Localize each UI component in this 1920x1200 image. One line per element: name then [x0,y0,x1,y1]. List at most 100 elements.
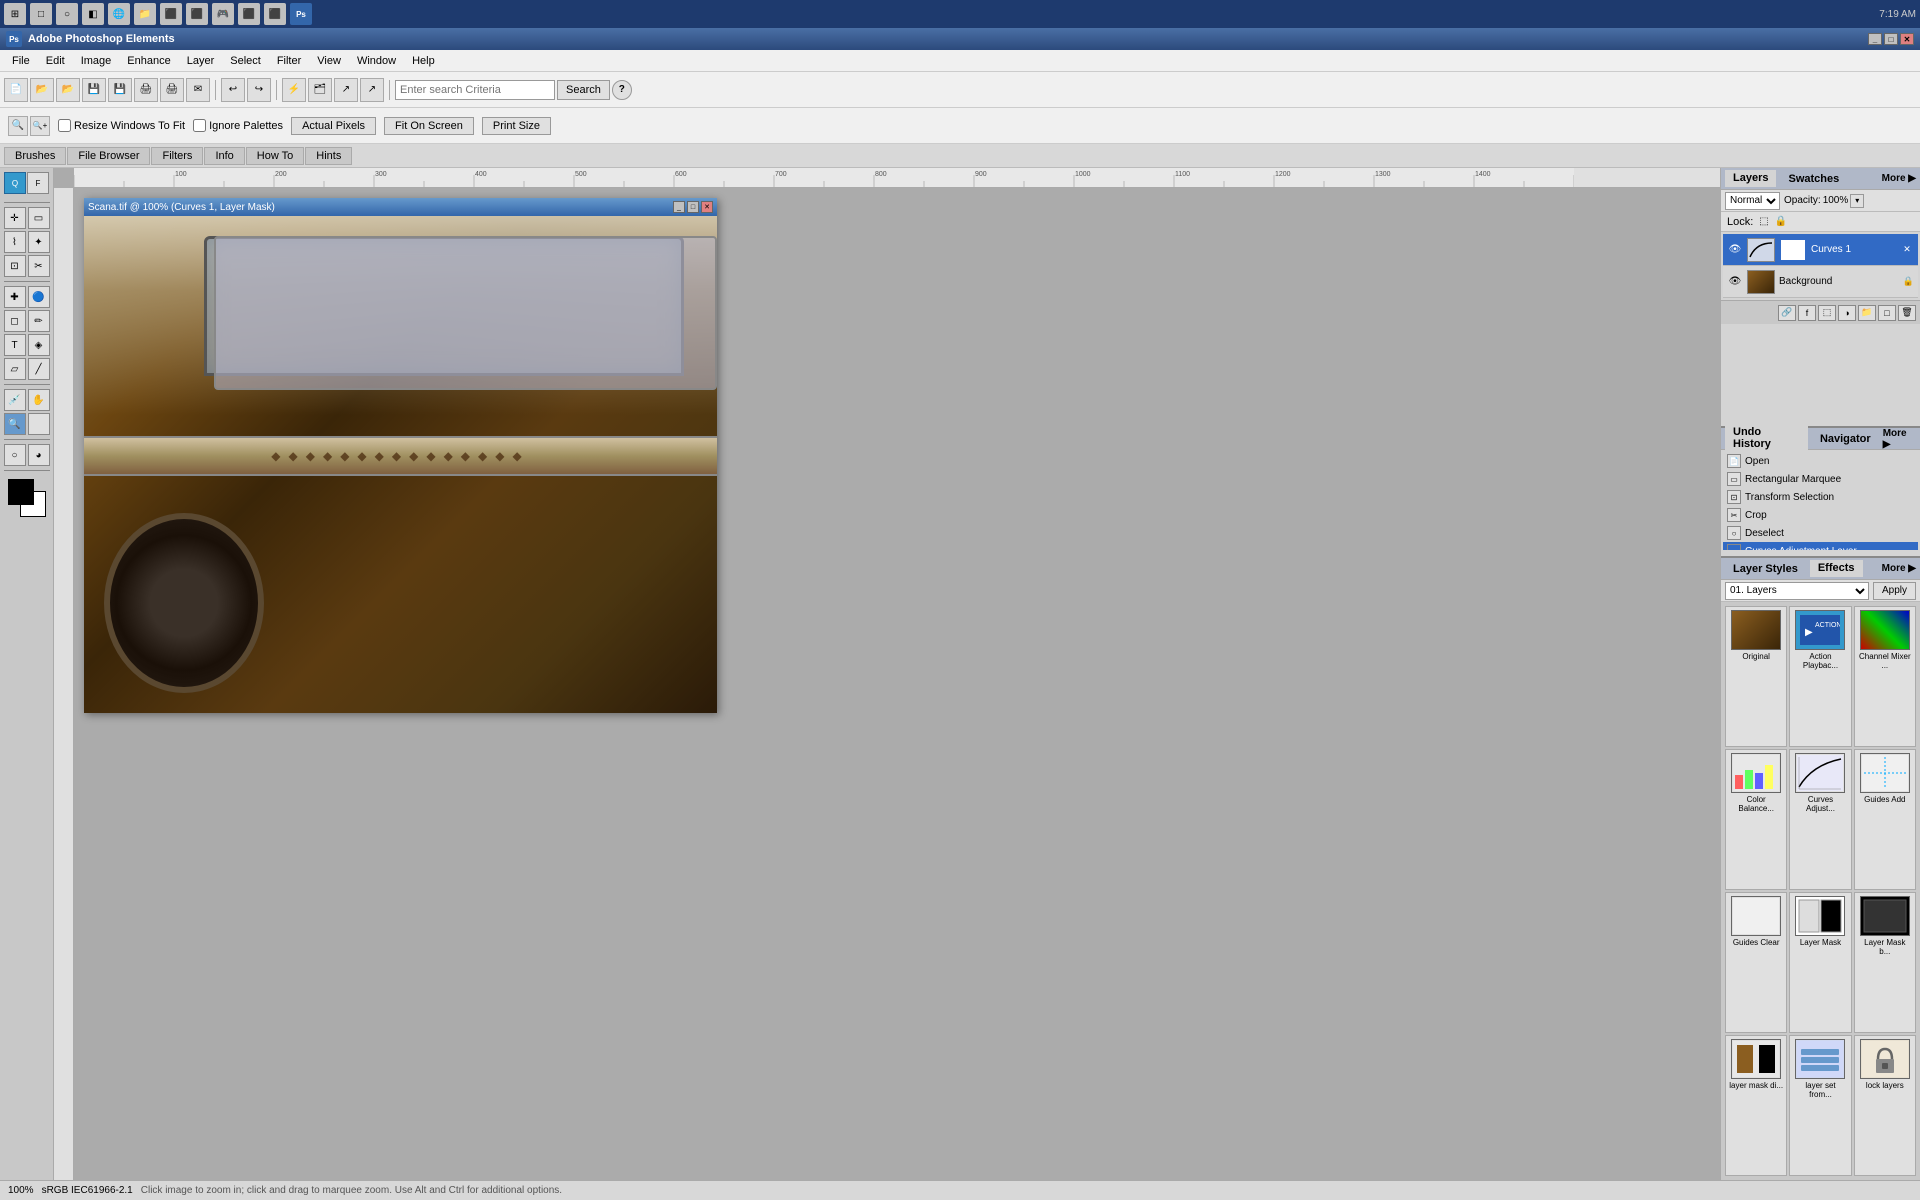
search-button[interactable]: Search [557,80,610,100]
menu-window[interactable]: Window [349,53,404,69]
redo-btn[interactable]: ↪ [247,78,271,102]
brush-tool[interactable]: ✏ [28,310,50,332]
taskbar-icon-2[interactable]: ○ [56,3,78,25]
layer-item-background[interactable]: 👁 Background 🔒 [1723,266,1918,298]
line-tool[interactable]: ╱ [28,358,50,380]
foreground-color-swatch[interactable] [8,479,34,505]
tab-layer-styles[interactable]: Layer Styles [1725,561,1806,577]
tab-hints[interactable]: Hints [305,147,352,165]
start-icon[interactable]: ⊞ [4,3,26,25]
fit-on-screen-btn[interactable]: Fit On Screen [384,117,474,135]
marquee-tool[interactable]: ▭ [28,207,50,229]
effect-lock-layers[interactable]: lock layers [1854,1035,1916,1176]
tab-how-to[interactable]: How To [246,147,304,165]
zoom-in-btn[interactable]: 🔍+ [30,116,50,136]
color-swatches[interactable] [8,479,46,517]
zoom-out-btn[interactable]: 🔍 [8,116,28,136]
tab-file-browser[interactable]: File Browser [67,147,150,165]
menu-enhance[interactable]: Enhance [119,53,178,69]
taskbar-icon-1[interactable]: □ [30,3,52,25]
history-transform[interactable]: ⊡ Transform Selection [1723,488,1918,506]
taskbar-icon-4[interactable]: 🌐 [108,3,130,25]
menu-edit[interactable]: Edit [38,53,73,69]
menu-view[interactable]: View [309,53,349,69]
healing-tool[interactable]: ✚ [4,286,26,308]
effects-category-select[interactable]: 01. Layers [1725,582,1869,600]
extra-tool[interactable] [28,413,50,435]
print-size-btn[interactable]: Print Size [482,117,551,135]
effects-apply-btn[interactable]: Apply [1873,582,1916,600]
effect-guides-clear[interactable]: Guides Clear [1725,892,1787,1033]
effect-layer-mask-b[interactable]: Layer Mask b... [1854,892,1916,1033]
resize-windows-label[interactable]: Resize Windows To Fit [58,119,185,132]
zoom-tool[interactable]: 🔍 [4,413,26,435]
print-btn[interactable]: 🖨 [134,78,158,102]
email-btn[interactable]: ✉ [186,78,210,102]
taskbar-icon-3[interactable]: ◧ [82,3,104,25]
doc-close-btn[interactable]: ✕ [701,201,713,213]
doc-maximize-btn[interactable]: □ [687,201,699,213]
opacity-dropdown-btn[interactable]: ▾ [1850,194,1864,208]
type-tool[interactable]: T [4,334,26,356]
add-style-btn[interactable]: f [1798,305,1816,321]
history-curves[interactable]: ◑ Curves Adjustment Layer [1723,542,1918,550]
effect-curves[interactable]: Curves Adjust... [1789,749,1851,890]
share-btn[interactable]: ↗ [334,78,358,102]
eraser-tool[interactable]: ◻ [4,310,26,332]
enhance-btn[interactable]: ⚡ [282,78,306,102]
tab-swatches[interactable]: Swatches [1780,171,1847,187]
tab-layers[interactable]: Layers [1725,170,1776,187]
organizer-btn[interactable]: 🗂 [308,78,332,102]
effects-more-btn[interactable]: More ▶ [1882,563,1916,574]
effect-layer-set[interactable]: layer set from... [1789,1035,1851,1176]
taskbar-icon-6[interactable]: ⬛ [160,3,182,25]
lasso-tool[interactable]: ⌇ [4,231,26,253]
resize-windows-checkbox[interactable] [58,119,71,132]
new-group-btn[interactable]: 📁 [1858,305,1876,321]
taskbar-icon-10[interactable]: ⬛ [264,3,286,25]
effect-layer-mask-di[interactable]: layer mask di... [1725,1035,1787,1176]
taskbar-icon-5[interactable]: 📁 [134,3,156,25]
maximize-btn[interactable]: □ [1884,33,1898,45]
history-more-btn[interactable]: More ▶ [1883,428,1916,450]
taskbar-icon-photoshop[interactable]: Ps [290,3,312,25]
hand-tool[interactable]: ✋ [28,389,50,411]
photo-image[interactable]: ◆◆◆◆◆◆◆◆◆◆◆◆◆◆◆ [84,216,717,713]
menu-file[interactable]: File [4,53,38,69]
layer-eye-background[interactable]: 👁 [1727,274,1743,290]
menu-filter[interactable]: Filter [269,53,309,69]
taskbar-icon-9[interactable]: ⬛ [238,3,260,25]
move-tool[interactable]: ✛ [4,207,26,229]
taskbar-icon-7[interactable]: ⬛ [186,3,208,25]
history-deselect[interactable]: ○ Deselect [1723,524,1918,542]
close-btn[interactable]: ✕ [1900,33,1914,45]
effect-action[interactable]: ▶ACTION Action Playbac... [1789,606,1851,747]
help-btn[interactable]: ? [612,80,632,100]
menu-layer[interactable]: Layer [179,53,223,69]
shape-tool[interactable]: ▱ [4,358,26,380]
effect-guides-add[interactable]: Guides Add [1854,749,1916,890]
new-file-btn[interactable]: 📄 [4,78,28,102]
effect-channel[interactable]: Channel Mixer ... [1854,606,1916,747]
burn-tool[interactable]: ◕ [28,444,50,466]
tab-undo-history[interactable]: Undo History [1725,424,1808,453]
paint-bucket-tool[interactable]: ◈ [28,334,50,356]
effect-color-balance[interactable]: Color Balance... [1725,749,1787,890]
history-crop[interactable]: ✂ Crop [1723,506,1918,524]
ignore-palettes-checkbox[interactable] [193,119,206,132]
history-open[interactable]: 📄 Open [1723,452,1918,470]
new-adjustment-btn[interactable]: ◑ [1838,305,1856,321]
eyedropper-tool[interactable]: 💉 [4,389,26,411]
delete-curves-btn[interactable]: ✕ [1900,243,1914,257]
crop-tool[interactable]: ⊡ [4,255,26,277]
effect-original[interactable]: Original [1725,606,1787,747]
undo-btn[interactable]: ↩ [221,78,245,102]
full-edit-btn[interactable]: F [27,172,49,194]
stamp-tool[interactable]: 🔵 [28,286,50,308]
lock-icon-2[interactable]: 🔒 [1775,216,1787,227]
minimize-btn[interactable]: _ [1868,33,1882,45]
quick-fix-btn[interactable]: Q [4,172,26,194]
taskbar-icon-8[interactable]: 🎮 [212,3,234,25]
ignore-palettes-label[interactable]: Ignore Palettes [193,119,283,132]
tab-navigator[interactable]: Navigator [1812,431,1879,447]
